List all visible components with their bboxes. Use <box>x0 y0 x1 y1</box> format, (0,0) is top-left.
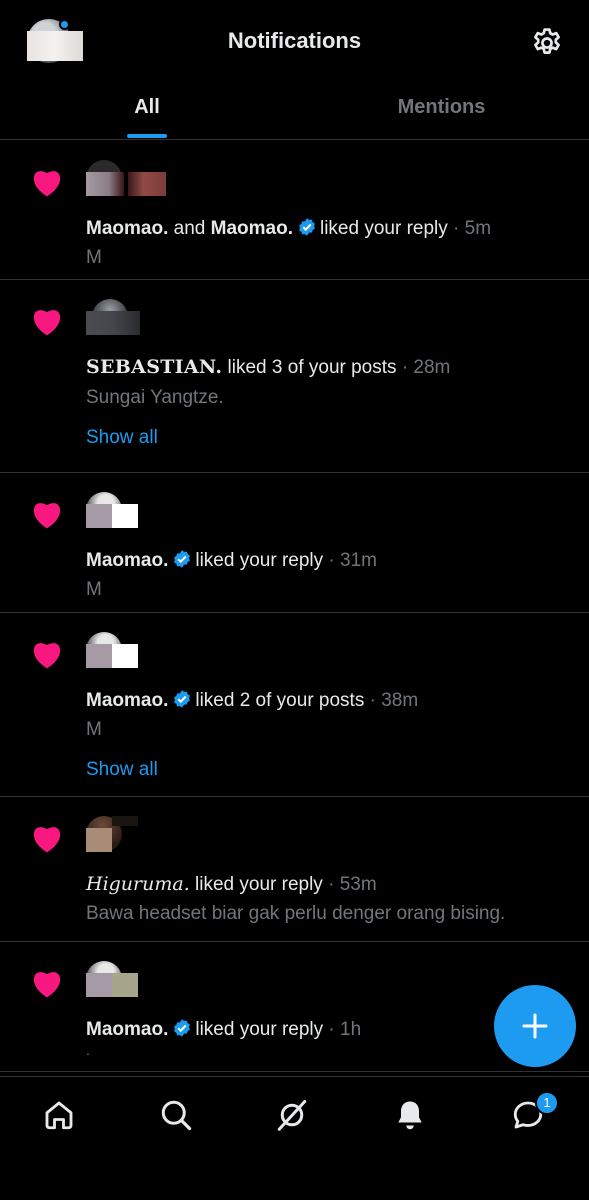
connector-text: and <box>173 218 206 239</box>
separator: · <box>369 690 376 711</box>
heart-icon <box>33 171 61 197</box>
notification-item[interactable]: Maomao. liked your reply · 31m M <box>0 473 589 613</box>
tab-all[interactable]: All <box>0 86 294 140</box>
active-tab-indicator <box>127 134 167 138</box>
heart-icon <box>33 503 61 529</box>
post-snippet: . <box>86 1042 90 1058</box>
timestamp: 53m <box>339 874 377 895</box>
notification-item[interactable]: Higuruma. liked your reply · 53m Bawa he… <box>0 797 589 942</box>
timestamp: 38m <box>381 690 419 711</box>
avatar[interactable] <box>86 492 140 528</box>
compose-button[interactable] <box>494 985 576 1067</box>
notification-text: Maomao. and Maomao. liked your reply · 5m <box>86 217 491 240</box>
avatar[interactable] <box>86 961 140 997</box>
post-snippet: Bawa headset biar gak perlu denger orang… <box>86 903 506 924</box>
notification-text: Maomao. liked your reply · 1h <box>86 1018 361 1041</box>
separator: · <box>328 1019 335 1040</box>
nav-notifications[interactable] <box>392 1097 428 1133</box>
timestamp: 1h <box>340 1019 362 1040</box>
post-snippet: M <box>86 719 102 740</box>
notification-text: SEBASTIAN. liked 3 of your posts · 28m <box>86 356 450 379</box>
action-text: liked your reply <box>195 550 324 571</box>
avatar[interactable] <box>86 160 124 196</box>
user-name[interactable]: SEBASTIAN. <box>86 356 222 378</box>
gear-icon <box>534 28 560 54</box>
verified-badge-icon <box>174 550 191 568</box>
tab-label: All <box>134 96 160 118</box>
separator: · <box>328 550 335 571</box>
post-snippet: Sungai Yangtze. <box>86 387 224 408</box>
separator: · <box>401 357 409 378</box>
top-bar: Notifications <box>0 0 589 86</box>
settings-button[interactable] <box>530 26 564 60</box>
bottom-navigation <box>0 1076 589 1200</box>
post-snippet: M <box>86 579 102 600</box>
search-icon <box>161 1100 192 1131</box>
heart-icon <box>33 972 61 998</box>
action-text: liked 3 of your posts <box>227 357 397 378</box>
avatar[interactable] <box>86 632 140 668</box>
verified-badge-icon <box>174 1019 191 1037</box>
home-icon <box>45 1101 73 1130</box>
notification-text: Higuruma. liked your reply · 53m <box>86 873 377 896</box>
show-all-link[interactable]: Show all <box>86 427 158 449</box>
page-title: Notifications <box>227 28 362 53</box>
post-snippet: M <box>86 247 102 268</box>
user-name[interactable]: Maomao. <box>86 690 168 711</box>
notification-item[interactable]: Maomao. liked 2 of your posts · 38m M Sho… <box>0 613 589 797</box>
action-text: liked your reply <box>195 1019 324 1040</box>
user-name[interactable]: Higuruma. <box>86 873 190 895</box>
grok-icon <box>277 1100 307 1131</box>
separator: · <box>328 874 335 895</box>
messages-count-badge: 1 <box>535 1091 559 1115</box>
tab-mentions[interactable]: Mentions <box>294 86 589 140</box>
timestamp: 28m <box>413 357 451 378</box>
heart-icon <box>33 310 61 336</box>
action-text: liked 2 of your posts <box>195 690 365 711</box>
show-all-link[interactable]: Show all <box>86 759 158 781</box>
action-text: liked your reply <box>195 874 323 895</box>
notifications-bell-icon <box>398 1101 422 1130</box>
user-name[interactable]: Maomao. <box>211 218 293 239</box>
notification-tabs: All Mentions <box>0 86 589 140</box>
verified-badge-icon <box>299 218 315 236</box>
avatar[interactable] <box>86 816 140 852</box>
timestamp: 5m <box>464 218 492 239</box>
avatar[interactable] <box>128 160 166 196</box>
timestamp: 31m <box>340 550 377 571</box>
nav-grok[interactable] <box>274 1097 310 1133</box>
action-text: liked your reply <box>319 218 448 239</box>
plus-icon <box>522 1013 548 1039</box>
tab-label: Mentions <box>397 96 486 118</box>
separator: · <box>453 218 460 239</box>
user-name[interactable]: Maomao. <box>86 1019 168 1040</box>
user-name[interactable]: Maomao. <box>86 218 168 239</box>
heart-icon <box>33 643 61 669</box>
heart-icon <box>33 827 61 853</box>
nav-home[interactable] <box>41 1097 77 1133</box>
notification-item[interactable]: Maomao. and Maomao. liked your reply · 5m… <box>0 141 589 280</box>
avatar[interactable] <box>86 299 140 335</box>
notification-text: Maomao. liked 2 of your posts · 38m <box>86 689 418 712</box>
user-name[interactable]: Maomao. <box>86 550 168 571</box>
notifications-feed: Maomao. and Maomao. liked your reply · 5m… <box>0 141 589 1072</box>
verified-badge-icon <box>174 690 191 708</box>
notification-text: Maomao. liked your reply · 31m <box>86 549 377 572</box>
nav-search[interactable] <box>158 1097 194 1133</box>
notification-item[interactable]: SEBASTIAN. liked 3 of your posts · 28m S… <box>0 280 589 473</box>
